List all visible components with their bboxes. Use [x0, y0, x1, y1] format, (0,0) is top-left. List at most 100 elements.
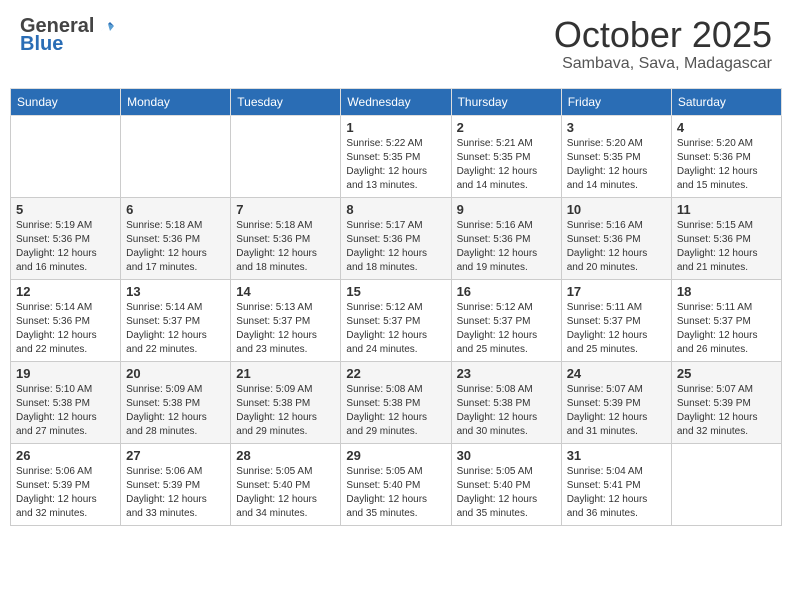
- day-info: Sunrise: 5:17 AM Sunset: 5:36 PM Dayligh…: [346, 219, 445, 275]
- calendar-header-row: SundayMondayTuesdayWednesdayThursdayFrid…: [11, 88, 782, 115]
- day-number: 2: [457, 120, 556, 135]
- logo: General Blue: [20, 15, 114, 55]
- day-info: Sunrise: 5:06 AM Sunset: 5:39 PM Dayligh…: [16, 465, 115, 521]
- calendar-cell: 7 Sunrise: 5:18 AM Sunset: 5:36 PM Daylig…: [231, 197, 341, 279]
- day-info: Sunrise: 5:05 AM Sunset: 5:40 PM Dayligh…: [457, 465, 556, 521]
- calendar-cell: 20 Sunrise: 5:09 AM Sunset: 5:38 PM Dayli…: [121, 361, 231, 443]
- calendar-week-3: 12 Sunrise: 5:14 AM Sunset: 5:36 PM Dayli…: [11, 279, 782, 361]
- day-info: Sunrise: 5:09 AM Sunset: 5:38 PM Dayligh…: [126, 383, 225, 439]
- day-info: Sunrise: 5:14 AM Sunset: 5:36 PM Dayligh…: [16, 301, 115, 357]
- day-info: Sunrise: 5:13 AM Sunset: 5:37 PM Dayligh…: [236, 301, 335, 357]
- day-info: Sunrise: 5:07 AM Sunset: 5:39 PM Dayligh…: [677, 383, 776, 439]
- day-info: Sunrise: 5:21 AM Sunset: 5:35 PM Dayligh…: [457, 137, 556, 193]
- calendar-cell: 28Sunrise: 5:05 AM Sunset: 5:40 PM Dayli…: [231, 443, 341, 525]
- location-title: Sambava, Sava, Madagascar: [554, 55, 772, 73]
- calendar-cell: [671, 443, 781, 525]
- calendar-cell: 14 Sunrise: 5:13 AM Sunset: 5:37 PM Dayli…: [231, 279, 341, 361]
- day-number: 22: [346, 366, 445, 381]
- day-info: Sunrise: 5:08 AM Sunset: 5:38 PM Dayligh…: [457, 383, 556, 439]
- calendar-cell: 22 Sunrise: 5:08 AM Sunset: 5:38 PM Dayli…: [341, 361, 451, 443]
- calendar-cell: 31 Sunrise: 5:04 AM Sunset: 5:41 PM Dayli…: [561, 443, 671, 525]
- day-number: 5: [16, 202, 115, 217]
- month-title: October 2025: [554, 15, 772, 55]
- day-number: 7: [236, 202, 335, 217]
- day-number: 25: [677, 366, 776, 381]
- day-info: Sunrise: 5:09 AM Sunset: 5:38 PM Dayligh…: [236, 383, 335, 439]
- calendar-cell: [11, 115, 121, 197]
- day-info: Sunrise: 5:18 AM Sunset: 5:36 PM Dayligh…: [236, 219, 335, 275]
- day-info: Sunrise: 5:12 AM Sunset: 5:37 PM Dayligh…: [457, 301, 556, 357]
- calendar-cell: 2 Sunrise: 5:21 AM Sunset: 5:35 PM Daylig…: [451, 115, 561, 197]
- day-info: Sunrise: 5:10 AM Sunset: 5:38 PM Dayligh…: [16, 383, 115, 439]
- day-info: Sunrise: 5:20 AM Sunset: 5:36 PM Dayligh…: [677, 137, 776, 193]
- calendar-cell: 18Sunrise: 5:11 AM Sunset: 5:37 PM Dayli…: [671, 279, 781, 361]
- day-number: 14: [236, 284, 335, 299]
- weekday-header-wednesday: Wednesday: [341, 88, 451, 115]
- calendar-cell: 12 Sunrise: 5:14 AM Sunset: 5:36 PM Dayli…: [11, 279, 121, 361]
- day-info: Sunrise: 5:14 AM Sunset: 5:37 PM Dayligh…: [126, 301, 225, 357]
- calendar-cell: 6 Sunrise: 5:18 AM Sunset: 5:36 PM Daylig…: [121, 197, 231, 279]
- calendar-cell: 25 Sunrise: 5:07 AM Sunset: 5:39 PM Dayli…: [671, 361, 781, 443]
- day-info: Sunrise: 5:11 AM Sunset: 5:37 PM Dayligh…: [677, 301, 776, 357]
- day-number: 20: [126, 366, 225, 381]
- day-info: Sunrise: 5:18 AM Sunset: 5:36 PM Dayligh…: [126, 219, 225, 275]
- day-number: 31: [567, 448, 666, 463]
- day-number: 21: [236, 366, 335, 381]
- calendar-cell: 26 Sunrise: 5:06 AM Sunset: 5:39 PM Dayli…: [11, 443, 121, 525]
- calendar-cell: 5 Sunrise: 5:19 AM Sunset: 5:36 PM Daylig…: [11, 197, 121, 279]
- day-info: Sunrise: 5:04 AM Sunset: 5:41 PM Dayligh…: [567, 465, 666, 521]
- day-number: 12: [16, 284, 115, 299]
- calendar-cell: 17 Sunrise: 5:11 AM Sunset: 5:37 PM Dayli…: [561, 279, 671, 361]
- calendar-cell: [231, 115, 341, 197]
- calendar-cell: 27Sunrise: 5:06 AM Sunset: 5:39 PM Dayli…: [121, 443, 231, 525]
- day-info: Sunrise: 5:12 AM Sunset: 5:37 PM Dayligh…: [346, 301, 445, 357]
- day-number: 27: [126, 448, 225, 463]
- calendar-cell: 23 Sunrise: 5:08 AM Sunset: 5:38 PM Dayli…: [451, 361, 561, 443]
- day-number: 8: [346, 202, 445, 217]
- calendar-cell: 9Sunrise: 5:16 AM Sunset: 5:36 PM Daylig…: [451, 197, 561, 279]
- day-number: 10: [567, 202, 666, 217]
- day-number: 6: [126, 202, 225, 217]
- day-info: Sunrise: 5:15 AM Sunset: 5:36 PM Dayligh…: [677, 219, 776, 275]
- day-number: 24: [567, 366, 666, 381]
- calendar-cell: 19 Sunrise: 5:10 AM Sunset: 5:38 PM Dayli…: [11, 361, 121, 443]
- calendar-table: SundayMondayTuesdayWednesdayThursdayFrid…: [10, 88, 782, 526]
- calendar-body: 1Sunrise: 5:22 AM Sunset: 5:35 PM Daylig…: [11, 115, 782, 525]
- calendar-cell: 8 Sunrise: 5:17 AM Sunset: 5:36 PM Daylig…: [341, 197, 451, 279]
- calendar-cell: 21 Sunrise: 5:09 AM Sunset: 5:38 PM Dayli…: [231, 361, 341, 443]
- day-info: Sunrise: 5:16 AM Sunset: 5:36 PM Dayligh…: [567, 219, 666, 275]
- day-number: 3: [567, 120, 666, 135]
- day-number: 4: [677, 120, 776, 135]
- day-info: Sunrise: 5:20 AM Sunset: 5:35 PM Dayligh…: [567, 137, 666, 193]
- calendar-cell: 4 Sunrise: 5:20 AM Sunset: 5:36 PM Daylig…: [671, 115, 781, 197]
- day-number: 26: [16, 448, 115, 463]
- weekday-header-friday: Friday: [561, 88, 671, 115]
- day-number: 28: [236, 448, 335, 463]
- weekday-header-saturday: Saturday: [671, 88, 781, 115]
- calendar-cell: 15 Sunrise: 5:12 AM Sunset: 5:37 PM Dayli…: [341, 279, 451, 361]
- weekday-header-thursday: Thursday: [451, 88, 561, 115]
- day-number: 23: [457, 366, 556, 381]
- calendar-cell: 10 Sunrise: 5:16 AM Sunset: 5:36 PM Dayli…: [561, 197, 671, 279]
- day-info: Sunrise: 5:16 AM Sunset: 5:36 PM Dayligh…: [457, 219, 556, 275]
- day-info: Sunrise: 5:19 AM Sunset: 5:36 PM Dayligh…: [16, 219, 115, 275]
- calendar-cell: 11Sunrise: 5:15 AM Sunset: 5:36 PM Dayli…: [671, 197, 781, 279]
- title-section: October 2025 Sambava, Sava, Madagascar: [554, 15, 772, 73]
- day-info: Sunrise: 5:08 AM Sunset: 5:38 PM Dayligh…: [346, 383, 445, 439]
- calendar-week-5: 26 Sunrise: 5:06 AM Sunset: 5:39 PM Dayli…: [11, 443, 782, 525]
- day-number: 17: [567, 284, 666, 299]
- day-info: Sunrise: 5:05 AM Sunset: 5:40 PM Dayligh…: [346, 465, 445, 521]
- day-number: 13: [126, 284, 225, 299]
- day-info: Sunrise: 5:07 AM Sunset: 5:39 PM Dayligh…: [567, 383, 666, 439]
- weekday-header-monday: Monday: [121, 88, 231, 115]
- calendar-cell: 24 Sunrise: 5:07 AM Sunset: 5:39 PM Dayli…: [561, 361, 671, 443]
- day-info: Sunrise: 5:11 AM Sunset: 5:37 PM Dayligh…: [567, 301, 666, 357]
- day-number: 30: [457, 448, 556, 463]
- calendar-cell: 16 Sunrise: 5:12 AM Sunset: 5:37 PM Dayli…: [451, 279, 561, 361]
- day-number: 19: [16, 366, 115, 381]
- calendar-week-1: 1Sunrise: 5:22 AM Sunset: 5:35 PM Daylig…: [11, 115, 782, 197]
- calendar-cell: 29Sunrise: 5:05 AM Sunset: 5:40 PM Dayli…: [341, 443, 451, 525]
- day-number: 16: [457, 284, 556, 299]
- page-header: General Blue October 2025 Sambava, Sava,…: [10, 10, 782, 78]
- day-number: 15: [346, 284, 445, 299]
